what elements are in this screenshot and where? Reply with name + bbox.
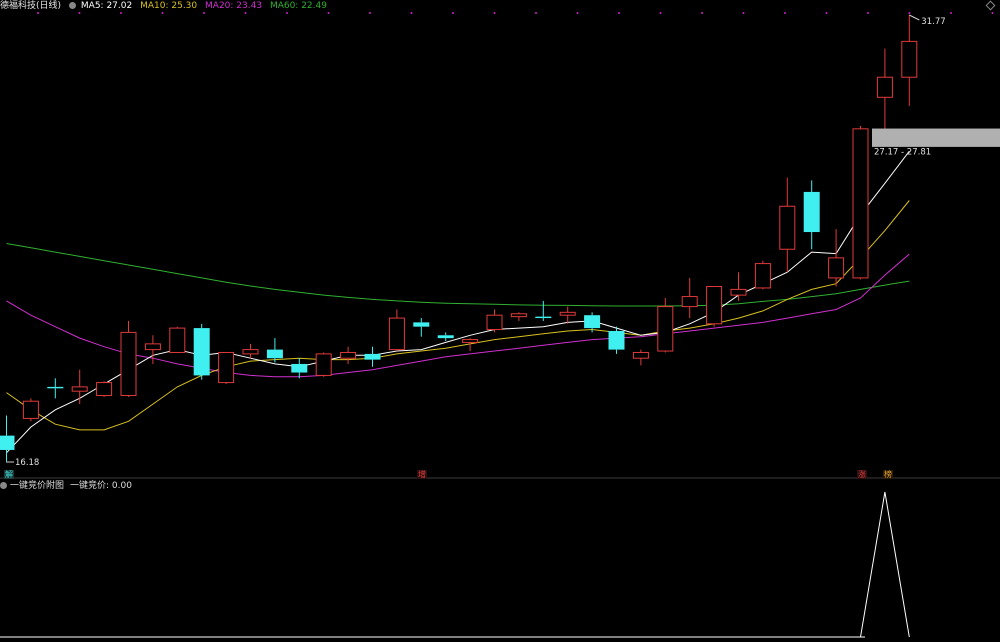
candle-body-up	[510, 313, 527, 318]
grid-dot	[535, 12, 537, 14]
low-price-label: 16.18	[15, 458, 39, 468]
grid-dot	[120, 12, 122, 14]
candle-body-down	[364, 353, 381, 360]
marker-limit-up[interactable]: 涨	[857, 470, 867, 479]
grid-dot	[950, 12, 952, 14]
candle-body-up	[901, 40, 918, 78]
sub-panel-header: 一键竞价附图 一键竞价: 0.00	[0, 481, 132, 492]
candle-body-up	[852, 128, 869, 279]
candle-body-up	[169, 327, 186, 353]
candle-body-up	[681, 296, 698, 308]
marker-unlock[interactable]: 解	[4, 470, 14, 479]
candle-body-up	[779, 205, 796, 250]
sub-panel-value: 一键竞价: 0.00	[70, 481, 132, 491]
grid-dot	[991, 12, 994, 14]
candle-body-up	[462, 339, 479, 343]
grid-dot	[908, 12, 911, 14]
candle-body-up	[242, 349, 259, 355]
candle-body-down	[437, 335, 454, 339]
grid-dot	[369, 12, 371, 14]
candle-body-down	[193, 328, 210, 376]
ma10-line	[6, 200, 910, 431]
candle-body-down	[535, 316, 552, 319]
grid-dot	[867, 12, 869, 14]
grid-dot	[203, 12, 205, 14]
candle-body-up	[632, 351, 649, 359]
candle-body-up	[876, 76, 893, 98]
candle-body-up	[340, 351, 357, 359]
grid-dot	[286, 12, 288, 14]
high-pointer	[909, 14, 920, 21]
candle-body-down	[266, 349, 283, 359]
ma60-line	[6, 243, 910, 307]
candle-body-up	[71, 386, 88, 392]
high-price-label: 31.77	[921, 17, 945, 27]
grid-dot	[327, 12, 330, 14]
candle-body-down	[608, 330, 625, 350]
candle-body-up	[144, 343, 161, 351]
grid-dot	[701, 12, 703, 14]
candle-body-down	[47, 386, 64, 389]
grid-dot	[659, 12, 662, 14]
grid-dot	[78, 12, 81, 14]
sub-panel-title[interactable]: 一键竞价附图	[10, 481, 64, 491]
grid-dot	[576, 12, 579, 14]
candle-body-up	[218, 351, 235, 384]
grid-dot	[493, 12, 496, 14]
candle-body-down	[413, 322, 430, 327]
marker-increase[interactable]: 增	[417, 470, 427, 479]
grid-dot	[618, 12, 620, 14]
grid-dot	[452, 12, 454, 14]
candle-body-up	[657, 306, 674, 352]
candle-body-down	[0, 435, 15, 450]
sub-settings-icon[interactable]	[0, 482, 7, 489]
candle-body-up	[730, 288, 747, 296]
candle-body-down	[803, 191, 820, 233]
price-band	[872, 128, 1000, 147]
grid-dot	[410, 12, 413, 14]
candle-body-up	[706, 286, 723, 325]
ma20-line	[6, 253, 910, 378]
candle-body-up	[486, 314, 503, 331]
candle-body-up	[315, 353, 332, 376]
candle-body-up	[96, 382, 113, 396]
marker-ranking[interactable]: 榜	[883, 470, 893, 479]
candle-body-up	[120, 331, 137, 396]
grid-dot	[742, 12, 745, 14]
ma5-line	[6, 150, 910, 454]
grid-dot	[784, 12, 786, 14]
grid-dot	[161, 12, 164, 14]
candle-body-up	[828, 257, 845, 279]
candle-body-up	[754, 263, 771, 289]
candle-body-down	[291, 363, 308, 373]
grid-dot	[37, 12, 39, 14]
candle-body-up	[22, 400, 39, 419]
grid-dot	[244, 12, 247, 14]
candle-body-down	[584, 315, 601, 329]
kline-chart[interactable]: 27.17 - 27.81 31.77 16.18	[0, 0, 1000, 642]
candle-body-up	[559, 311, 576, 316]
price-band-label: 27.17 - 27.81	[874, 148, 931, 158]
candle-body-up	[388, 317, 405, 351]
grid-dot	[825, 12, 828, 14]
auction-line	[6, 491, 910, 638]
